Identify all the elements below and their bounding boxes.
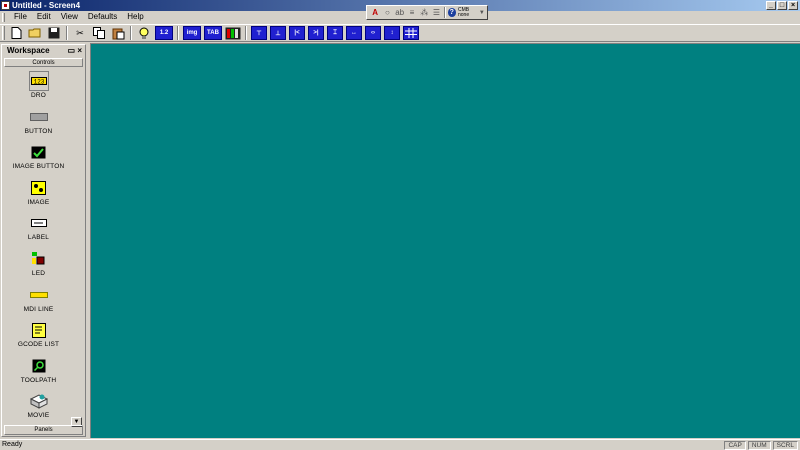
color-bars-icon[interactable] (225, 25, 241, 41)
minimize-button[interactable]: _ (766, 1, 776, 10)
num-lock-indicator: NUM (747, 440, 771, 450)
control-item-image-button[interactable]: IMAGE BUTTON (4, 140, 73, 176)
floating-format-toolbar: A ○ ab ≡ ⁂ ☰ ? CMB none ▼ (366, 5, 488, 20)
control-item-button[interactable]: BUTTON (4, 105, 73, 141)
cut-scissors-icon[interactable]: ✂ (72, 25, 88, 41)
mode-button-3[interactable]: TAB (204, 26, 222, 40)
combo-dropdown-icon[interactable]: ▼ (477, 7, 487, 18)
save-disk-icon[interactable] (46, 25, 62, 41)
toolpath-icon (29, 356, 49, 376)
control-label: LED (31, 269, 46, 277)
control-item-movie[interactable]: MOVIE (4, 389, 73, 425)
controls-tab[interactable]: Controls (4, 58, 83, 67)
separator (177, 26, 179, 40)
list-icon[interactable]: ☰ (431, 7, 441, 18)
menu-defaults[interactable]: Defaults (83, 11, 122, 23)
font-a-icon[interactable]: A (370, 7, 380, 18)
open-folder-icon[interactable] (27, 25, 43, 41)
control-label: BUTTON (24, 127, 53, 135)
panels-tab[interactable]: Panels (4, 425, 83, 435)
menubar-grip[interactable] (2, 12, 5, 22)
control-item-led[interactable]: LED (4, 247, 73, 283)
window-controls: _ □ × (766, 1, 798, 10)
control-item-dro[interactable]: 123 DRO (4, 69, 73, 105)
copy-icon[interactable] (91, 25, 107, 41)
workspace-title: Workspace (7, 46, 50, 55)
control-label: IMAGE (27, 198, 50, 206)
help-icon[interactable]: ? (447, 8, 456, 17)
separator (245, 26, 247, 40)
text-abc-icon[interactable]: ab (395, 7, 405, 18)
movie-icon (29, 391, 49, 411)
scroll-lock-indicator: SCRL (772, 440, 798, 450)
control-item-mdi-line[interactable]: MDI LINE (4, 283, 73, 319)
led-icon (29, 249, 49, 269)
align-top-icon[interactable]: ⊤ (251, 26, 267, 40)
workspace-panel-controls: ▭ × (68, 45, 82, 57)
gcode-list-icon (29, 320, 49, 340)
dro-icon: 123 (28, 71, 49, 91)
control-item-label[interactable]: LABEL (4, 211, 73, 247)
menu-file[interactable]: File (9, 11, 32, 23)
new-file-icon[interactable] (8, 25, 24, 41)
main-toolbar: ✂ 1.2 img TAB ⊤ ⊥ |< >| ⌶ ↔ ‹› ↕ (0, 24, 800, 42)
combo-line-2: none (457, 11, 470, 18)
app-icon (1, 1, 10, 10)
separator (130, 26, 132, 40)
circle-icon[interactable]: ○ (382, 7, 392, 18)
light-bulb-icon[interactable] (136, 25, 152, 41)
menu-view[interactable]: View (56, 11, 83, 23)
toolbar-grip[interactable] (2, 26, 5, 40)
mdi-line-icon (29, 285, 49, 305)
menu-edit[interactable]: Edit (32, 11, 56, 23)
workspace-panel: Workspace ▭ × Controls 123 DRO BUTTON IM… (1, 44, 86, 437)
label-icon (29, 213, 49, 233)
align-right-icon[interactable]: >| (308, 26, 324, 40)
workspace-header: Workspace ▭ × (2, 45, 85, 57)
control-label: GCODE LIST (17, 341, 60, 349)
control-item-toolpath[interactable]: TOOLPATH (4, 354, 73, 390)
controls-list: 123 DRO BUTTON IMAGE BUTTON IMAGE LABEL … (4, 69, 73, 427)
close-panel-icon[interactable]: × (77, 46, 82, 55)
mode-button-2[interactable]: img (183, 26, 201, 40)
mode-button-1[interactable]: 1.2 (155, 26, 173, 40)
combo-selector[interactable]: CMB none (457, 7, 475, 18)
paste-icon[interactable] (110, 25, 126, 41)
text-style-icon[interactable]: ≡ (407, 7, 417, 18)
restore-icon[interactable]: ▭ (68, 46, 76, 55)
control-label: MOVIE (27, 412, 50, 420)
control-label: MDI LINE (23, 305, 54, 313)
align-bottom-icon[interactable]: ⊥ (270, 26, 286, 40)
control-label: TOOLPATH (20, 376, 57, 384)
window-title: Untitled - Screen4 (12, 1, 81, 10)
control-label: DRO (30, 92, 47, 99)
separator (66, 26, 68, 40)
control-item-gcode-list[interactable]: GCODE LIST (4, 318, 73, 354)
control-item-image[interactable]: IMAGE (4, 176, 73, 212)
maximize-button[interactable]: □ (777, 1, 787, 10)
status-text: Ready (2, 441, 23, 448)
align-icon[interactable]: ⁂ (419, 7, 429, 18)
button-icon (29, 107, 49, 127)
control-label: IMAGE BUTTON (12, 163, 65, 171)
center-vertical-icon[interactable]: ⌶ (327, 26, 343, 40)
controls-scrollbar[interactable]: ▼ (71, 69, 82, 427)
space-horizontal-icon[interactable]: ‹› (365, 26, 381, 40)
grid-icon[interactable] (403, 26, 419, 40)
svg-text:123: 123 (33, 79, 44, 86)
align-left-icon[interactable]: |< (289, 26, 305, 40)
center-horizontal-icon[interactable]: ↔ (346, 26, 362, 40)
space-vertical-icon[interactable]: ↕ (384, 26, 400, 40)
close-button[interactable]: × (788, 1, 798, 10)
image-icon (29, 178, 49, 198)
menu-help[interactable]: Help (122, 11, 148, 23)
separator (443, 7, 446, 18)
screen-design-canvas[interactable] (90, 43, 800, 438)
caps-lock-indicator: CAP (724, 440, 746, 450)
status-bar: Ready CAP NUM SCRL (0, 439, 800, 450)
control-label: LABEL (27, 234, 50, 242)
image-button-icon (29, 142, 49, 162)
